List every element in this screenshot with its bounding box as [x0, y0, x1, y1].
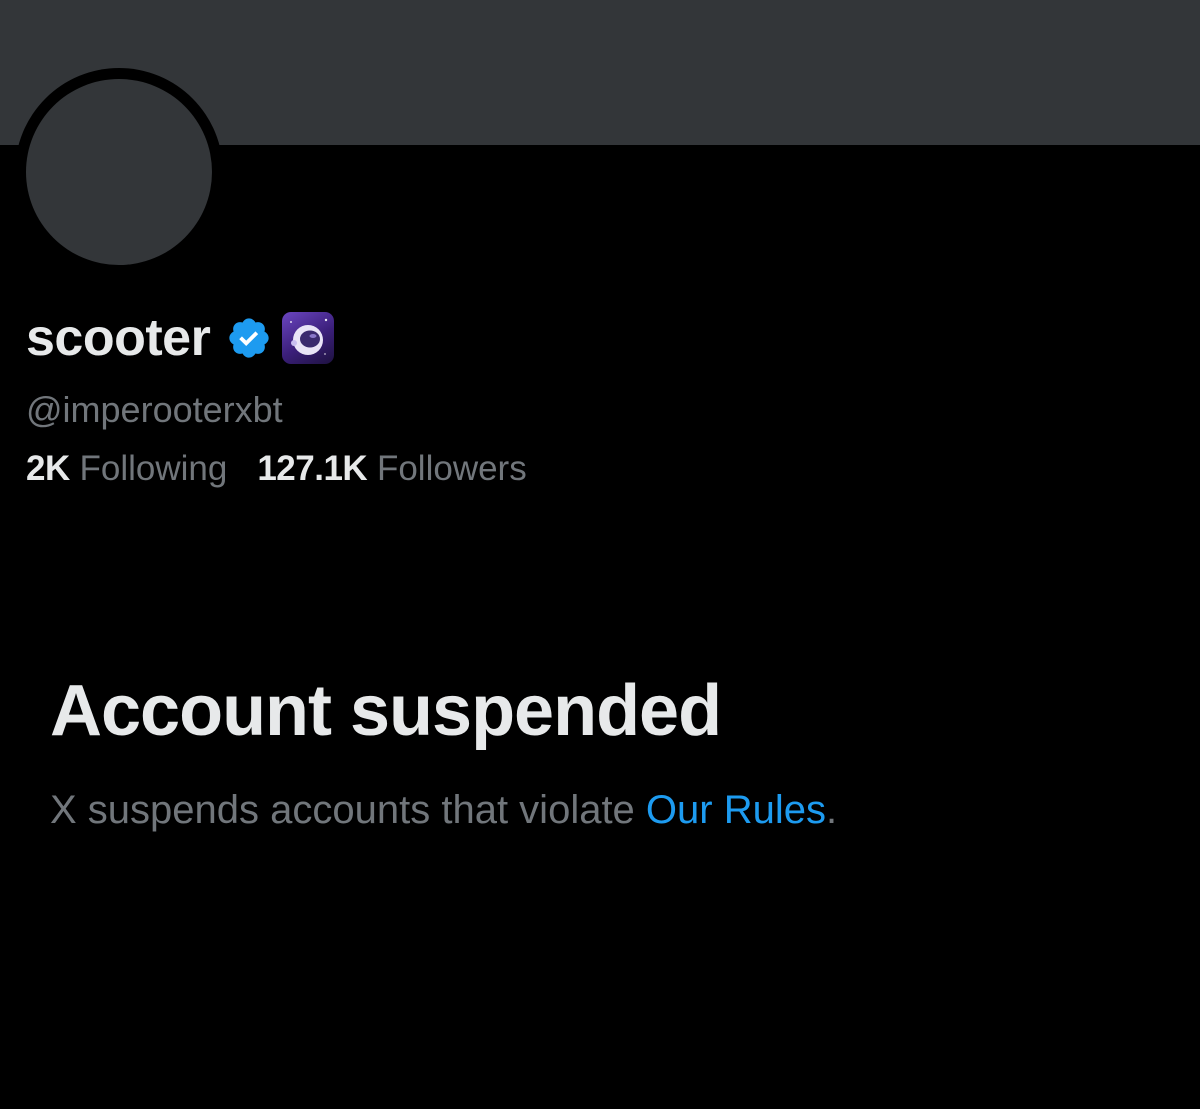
following-stat[interactable]: 2K Following — [26, 448, 227, 490]
profile-handle: @imperooterxbt — [26, 389, 283, 430]
avatar[interactable] — [26, 79, 212, 265]
verified-badge-icon[interactable] — [226, 315, 272, 361]
following-label: Following — [79, 449, 228, 488]
suspension-message-text: X suspends accounts that violate — [50, 788, 646, 832]
profile-stats: 2K Following 127.1K Followers — [26, 448, 527, 490]
suspension-title: Account suspended — [50, 671, 722, 751]
followers-count: 127.1K — [257, 449, 368, 488]
followers-label: Followers — [376, 449, 527, 488]
following-count: 2K — [26, 449, 70, 488]
suspension-message-period: . — [825, 788, 838, 832]
display-name: scooter — [26, 309, 211, 367]
astronaut-helmet-icon[interactable] — [282, 312, 335, 364]
our-rules-link[interactable]: Our Rules — [646, 788, 826, 832]
followers-stat[interactable]: 127.1K Followers — [257, 448, 526, 490]
profile-name-row: scooter — [26, 306, 335, 370]
suspension-message: X suspends accounts that violate Our Rul… — [50, 786, 837, 834]
